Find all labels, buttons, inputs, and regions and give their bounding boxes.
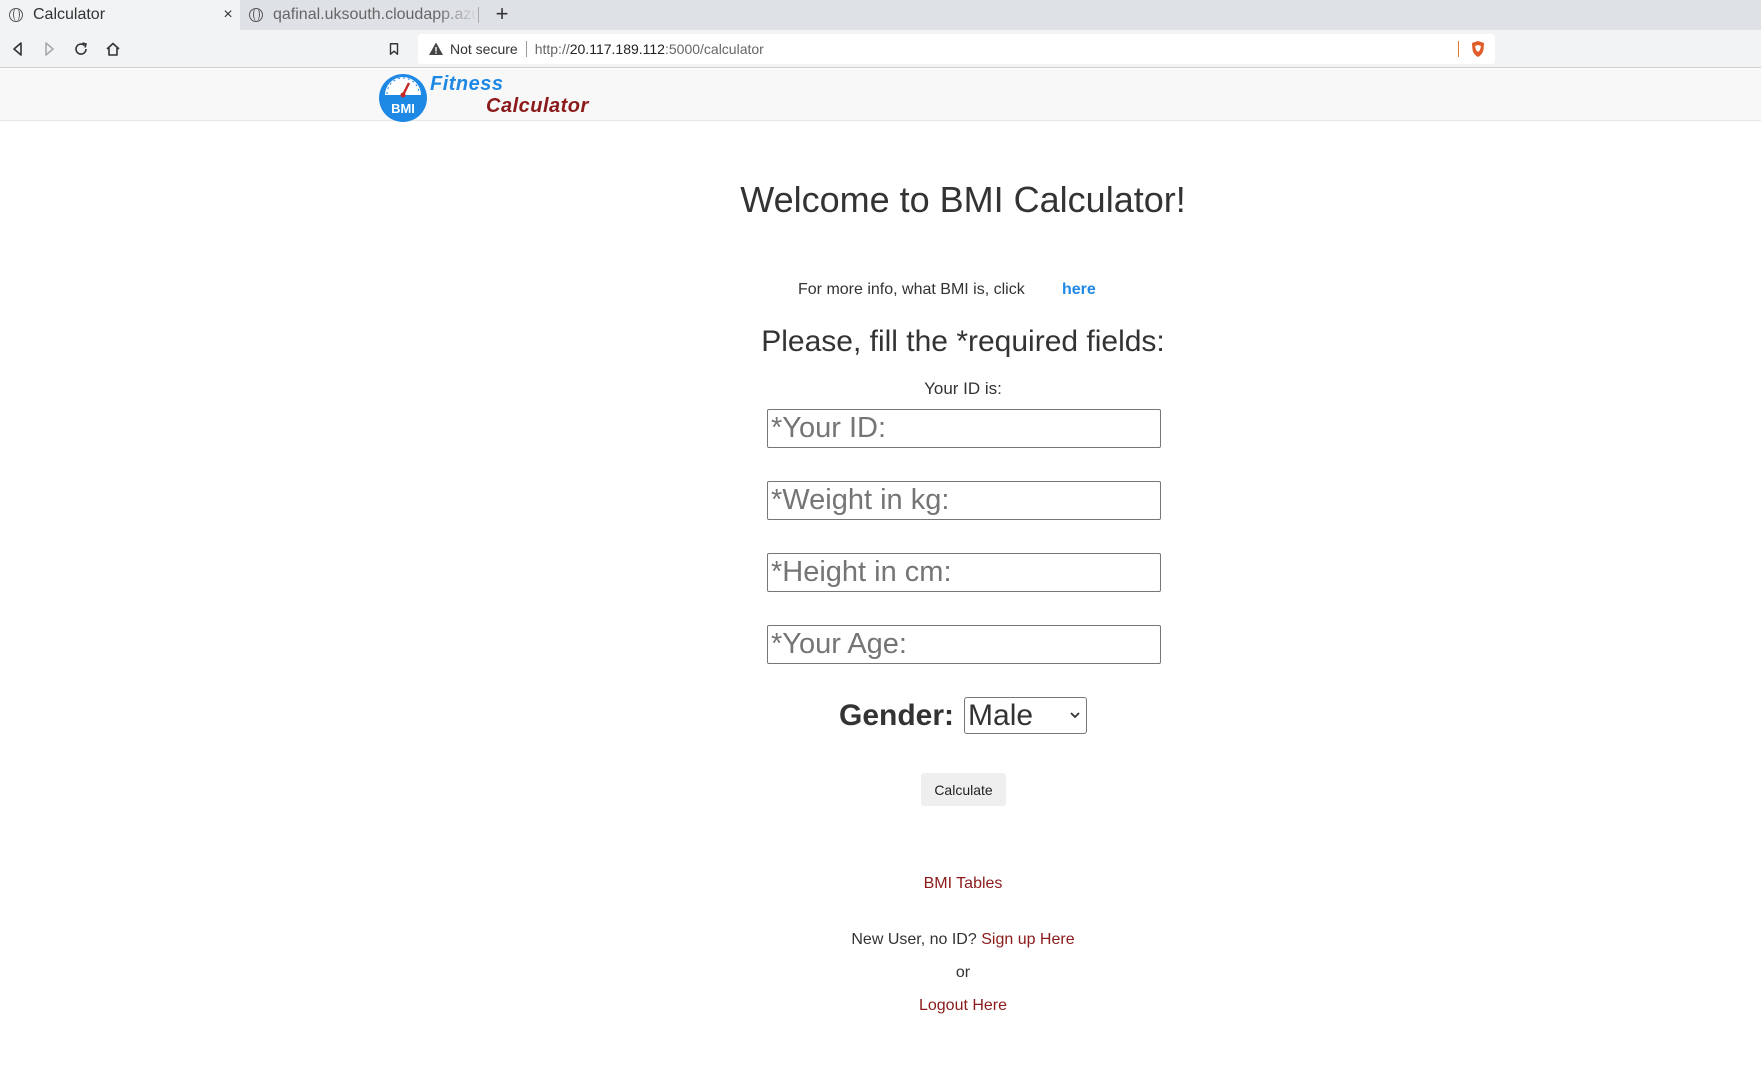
id-input[interactable] — [767, 409, 1161, 448]
url-host: 20.117.189.112 — [569, 41, 665, 57]
forward-button[interactable] — [35, 36, 63, 62]
gender-value: Male — [968, 698, 1034, 732]
back-icon — [13, 42, 22, 56]
logo-badge-text: BMI — [391, 101, 415, 116]
gender-select[interactable]: Male — [964, 697, 1088, 734]
tab-title: Calculator — [33, 6, 106, 23]
id-label: Your ID is: — [924, 379, 1002, 398]
bookmark-button[interactable] — [380, 36, 408, 62]
form-heading: Please, fill the *required fields: — [761, 325, 1165, 358]
page-title: Welcome to BMI Calculator! — [740, 179, 1186, 220]
browser-tabbar: Calculator × qafinal.uksouth.cloudapp.az… — [0, 0, 1761, 30]
forward-icon — [45, 42, 54, 56]
signup-link[interactable]: Sign up Here — [981, 931, 1074, 948]
url-text[interactable]: http://20.117.189.112:5000/calculator — [535, 41, 764, 57]
site-navbar: BMI Fitness Calculator — [0, 69, 1761, 122]
new-user-text: New User, no ID? — [851, 931, 977, 948]
brave-shield-icon[interactable] — [1469, 40, 1487, 58]
url-scheme: http:// — [534, 41, 570, 57]
reload-button[interactable] — [67, 36, 95, 62]
info-link[interactable]: here — [1062, 281, 1096, 299]
weight-input[interactable] — [767, 481, 1161, 520]
bmi-tables-link[interactable]: BMI Tables — [924, 875, 1003, 892]
bmi-tables-row: BMI Tables — [0, 875, 1761, 893]
address-bar[interactable]: Not secure http://20.117.189.112:5000/ca… — [418, 34, 1495, 64]
home-button[interactable] — [99, 36, 127, 62]
close-tab-icon[interactable]: × — [216, 6, 240, 24]
logout-row: Logout Here — [0, 997, 1761, 1015]
bookmark-icon — [389, 43, 399, 55]
tab-title: qafinal.uksouth.cloudapp.azure.com — [273, 6, 478, 23]
gender-row: Gender: Male — [0, 697, 1761, 734]
separator — [1458, 41, 1459, 57]
tab-qafinal[interactable]: qafinal.uksouth.cloudapp.azure.com — [240, 0, 478, 30]
security-status[interactable]: Not secure — [450, 41, 518, 57]
tab-calculator[interactable]: Calculator × — [0, 0, 240, 30]
tab-divider — [478, 7, 479, 23]
new-tab-button[interactable]: + — [490, 1, 514, 29]
warning-icon — [429, 42, 443, 55]
new-user-row: New User, no ID? Sign up Here — [0, 931, 1761, 949]
separator — [525, 41, 527, 57]
reload-icon — [75, 42, 87, 55]
back-button[interactable] — [4, 36, 32, 62]
browser-toolbar: Not secure http://20.117.189.112:5000/ca… — [0, 30, 1761, 68]
gender-label: Gender: — [838, 698, 955, 732]
logout-link[interactable]: Logout Here — [919, 997, 1007, 1014]
url-path: :5000/calculator — [664, 41, 764, 57]
globe-icon — [9, 8, 23, 22]
logo-calculator-text: Calculator — [486, 95, 589, 117]
or-text: or — [955, 964, 971, 981]
logo-fitness-text: Fitness — [430, 73, 504, 95]
home-icon — [106, 42, 120, 56]
info-text: For more info, what BMI is, click — [798, 281, 1025, 298]
bmi-gauge-icon: BMI — [379, 74, 427, 122]
height-input[interactable] — [767, 553, 1161, 592]
globe-icon — [249, 8, 263, 22]
site-logo[interactable]: BMI Fitness Calculator — [378, 71, 608, 122]
calculate-button[interactable]: Calculate — [921, 773, 1006, 806]
age-input[interactable] — [767, 625, 1161, 664]
chevron-down-icon — [1070, 712, 1080, 719]
